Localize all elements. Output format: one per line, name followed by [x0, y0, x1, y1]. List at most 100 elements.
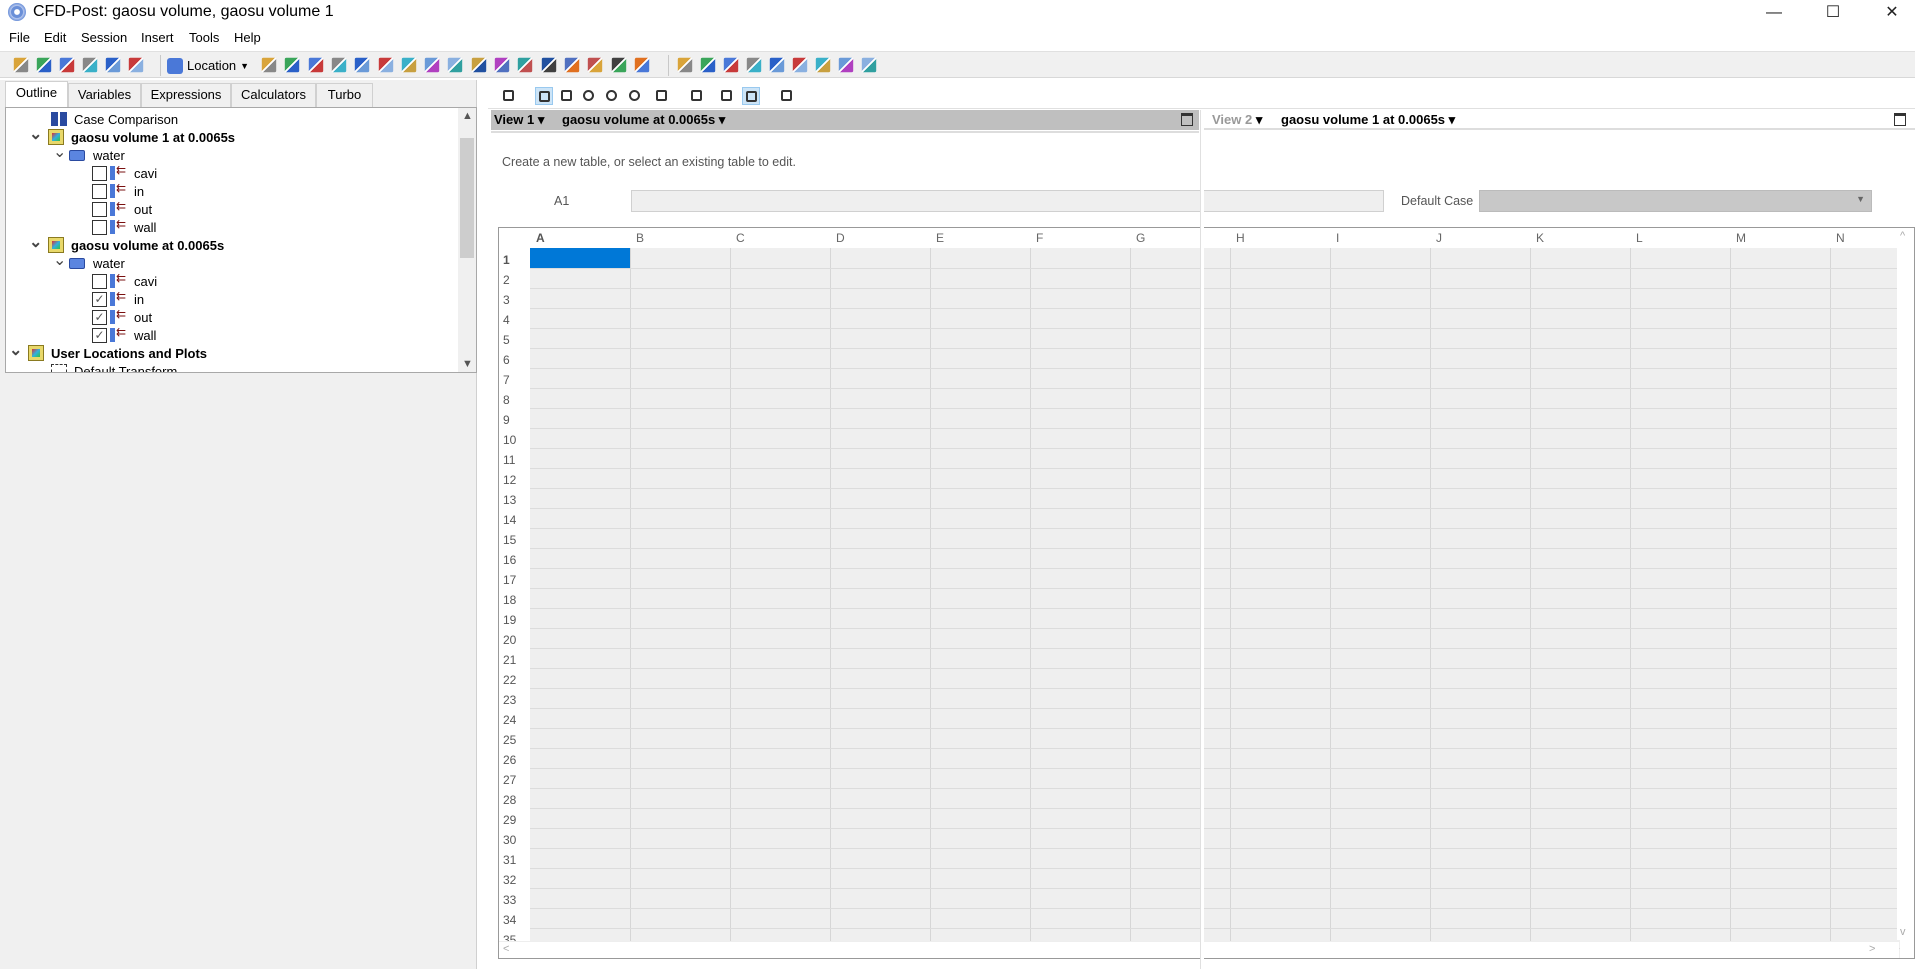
row-header[interactable]: 7	[503, 373, 510, 387]
scroll-thumb[interactable]	[460, 138, 474, 258]
visibility-checkbox[interactable]: ✓	[92, 309, 107, 325]
tree-item[interactable]: Case Comparison	[51, 110, 178, 128]
zoom-box-icon[interactable]	[603, 87, 621, 105]
instance-transform-icon[interactable]	[448, 57, 463, 73]
row-header[interactable]: 10	[503, 433, 516, 447]
close-button[interactable]: ✕	[1869, 0, 1915, 28]
tab-calculators[interactable]: Calculators	[231, 83, 316, 107]
visibility-checkbox[interactable]: ✓	[92, 291, 107, 307]
animation-icon[interactable]	[700, 57, 716, 73]
tree-item[interactable]: out	[92, 199, 152, 218]
tab-outline[interactable]: Outline	[5, 81, 68, 108]
row-header[interactable]: 31	[503, 853, 516, 867]
variable-icon[interactable]	[518, 57, 533, 73]
tree-item[interactable]: ✓ out	[92, 307, 152, 326]
column-header[interactable]: A	[536, 231, 545, 245]
timestep-icon[interactable]	[677, 57, 693, 73]
view1-case-selector[interactable]: gaosu volume at 0.0065s ▾	[562, 112, 725, 128]
sync-views-icon[interactable]	[742, 87, 760, 105]
row-header[interactable]: 11	[503, 453, 515, 467]
chevron-expanded-icon[interactable]: ⌄	[9, 340, 22, 360]
screenshot-icon[interactable]	[82, 57, 98, 73]
tree-item[interactable]: cavi	[92, 271, 157, 290]
menu-session[interactable]: Session	[81, 30, 127, 45]
tab-expressions[interactable]: Expressions	[141, 83, 231, 107]
streamline-icon[interactable]	[308, 57, 323, 73]
table-grid[interactable]: ABCDEFGHIJKLMN 1 2 3 4 5 6 7 8 9 10 11 12 13 14 15 16 17…	[498, 227, 1915, 959]
row-header[interactable]: 29	[503, 813, 516, 827]
fit-view-icon[interactable]	[653, 87, 671, 105]
visibility-checkbox[interactable]	[92, 201, 107, 217]
location-button[interactable]: Location ▼	[167, 55, 249, 76]
clip-plane-icon[interactable]	[471, 57, 486, 73]
row-header[interactable]: 9	[503, 413, 510, 427]
row-header[interactable]: 5	[503, 333, 510, 347]
row-header[interactable]: 28	[503, 793, 516, 807]
scroll-up-icon[interactable]: ^	[1900, 230, 1905, 242]
tree-item[interactable]: ⌄ gaosu volume 1 at 0.0065s	[29, 126, 235, 146]
tree-item[interactable]: in	[92, 181, 144, 200]
column-header[interactable]: C	[736, 231, 745, 245]
tree-item[interactable]: cavi	[92, 163, 157, 182]
visibility-checkbox[interactable]	[92, 165, 107, 181]
grid-horizontal-scrollbar[interactable]: < >	[499, 941, 1899, 958]
row-header[interactable]: 8	[503, 393, 510, 407]
macro-calculator-icon[interactable]	[792, 57, 808, 73]
chevron-expanded-icon[interactable]: ⌄	[29, 124, 42, 144]
row-header[interactable]: 23	[503, 693, 516, 707]
tree-item[interactable]: ⌄ gaosu volume at 0.0065s	[29, 234, 224, 254]
tree-item[interactable]: ⌄ User Locations and Plots	[9, 342, 207, 362]
tree-item[interactable]: ✓ wall	[92, 325, 156, 344]
column-header[interactable]: D	[836, 231, 845, 245]
row-header[interactable]: 19	[503, 613, 516, 627]
quick-editor-icon[interactable]	[723, 57, 739, 73]
row-header[interactable]: 12	[503, 473, 516, 487]
column-header[interactable]: K	[1536, 231, 1544, 245]
row-header[interactable]: 32	[503, 873, 516, 887]
scroll-right-icon[interactable]: >	[1869, 943, 1875, 955]
row-header[interactable]: 1	[503, 253, 510, 267]
default-case-dropdown[interactable]: ▼	[1479, 190, 1872, 212]
lock-views-icon[interactable]	[718, 87, 736, 105]
chevron-expanded-icon[interactable]: ⌄	[29, 232, 42, 252]
zoom-fit-icon[interactable]	[626, 87, 644, 105]
row-header[interactable]: 22	[503, 673, 516, 687]
color-map-icon[interactable]	[494, 57, 510, 73]
visibility-checkbox[interactable]	[92, 219, 107, 235]
tree-scrollbar[interactable]: ▲ ▼	[458, 108, 476, 372]
probe-icon[interactable]	[746, 57, 762, 73]
tree-item[interactable]: Default Transform	[51, 362, 177, 372]
grid-vertical-scrollbar[interactable]: ^ v	[1897, 228, 1914, 940]
table-icon[interactable]	[564, 57, 580, 73]
save-project-icon[interactable]	[59, 57, 75, 73]
redo-icon[interactable]	[128, 57, 144, 73]
select-icon[interactable]	[500, 87, 518, 105]
tab-turbo[interactable]: Turbo	[316, 83, 373, 107]
row-header[interactable]: 33	[503, 893, 516, 907]
row-header[interactable]: 15	[503, 533, 516, 547]
view-splitter[interactable]	[1200, 110, 1204, 969]
row-header[interactable]: 25	[503, 733, 516, 747]
scroll-down-icon[interactable]: v	[1900, 926, 1906, 938]
column-header[interactable]: L	[1636, 231, 1643, 245]
menu-insert[interactable]: Insert	[141, 30, 174, 45]
chevron-expanded-icon[interactable]: ⌄	[53, 142, 66, 162]
figure-icon[interactable]	[634, 57, 649, 73]
row-header[interactable]: 14	[503, 513, 516, 527]
row-header[interactable]: 16	[503, 553, 516, 567]
column-header[interactable]: I	[1336, 231, 1339, 245]
row-header[interactable]: 20	[503, 633, 516, 647]
visibility-checkbox[interactable]: ✓	[92, 327, 107, 343]
column-header[interactable]: E	[936, 231, 944, 245]
row-header[interactable]: 34	[503, 913, 516, 927]
column-header[interactable]: N	[1836, 231, 1845, 245]
maximize-view-icon[interactable]	[1894, 113, 1906, 126]
tree-item[interactable]: ⌄ water	[53, 252, 125, 272]
viewport-layout-icon[interactable]	[688, 87, 706, 105]
zoom-icon[interactable]	[580, 87, 598, 105]
view2-case-selector[interactable]: gaosu volume 1 at 0.0065s ▾	[1281, 112, 1455, 128]
help-icon[interactable]	[778, 87, 796, 105]
view2-selector[interactable]: View 2 ▾	[1212, 112, 1262, 128]
row-header[interactable]: 24	[503, 713, 516, 727]
view1-selector[interactable]: View 1 ▾	[494, 112, 544, 128]
